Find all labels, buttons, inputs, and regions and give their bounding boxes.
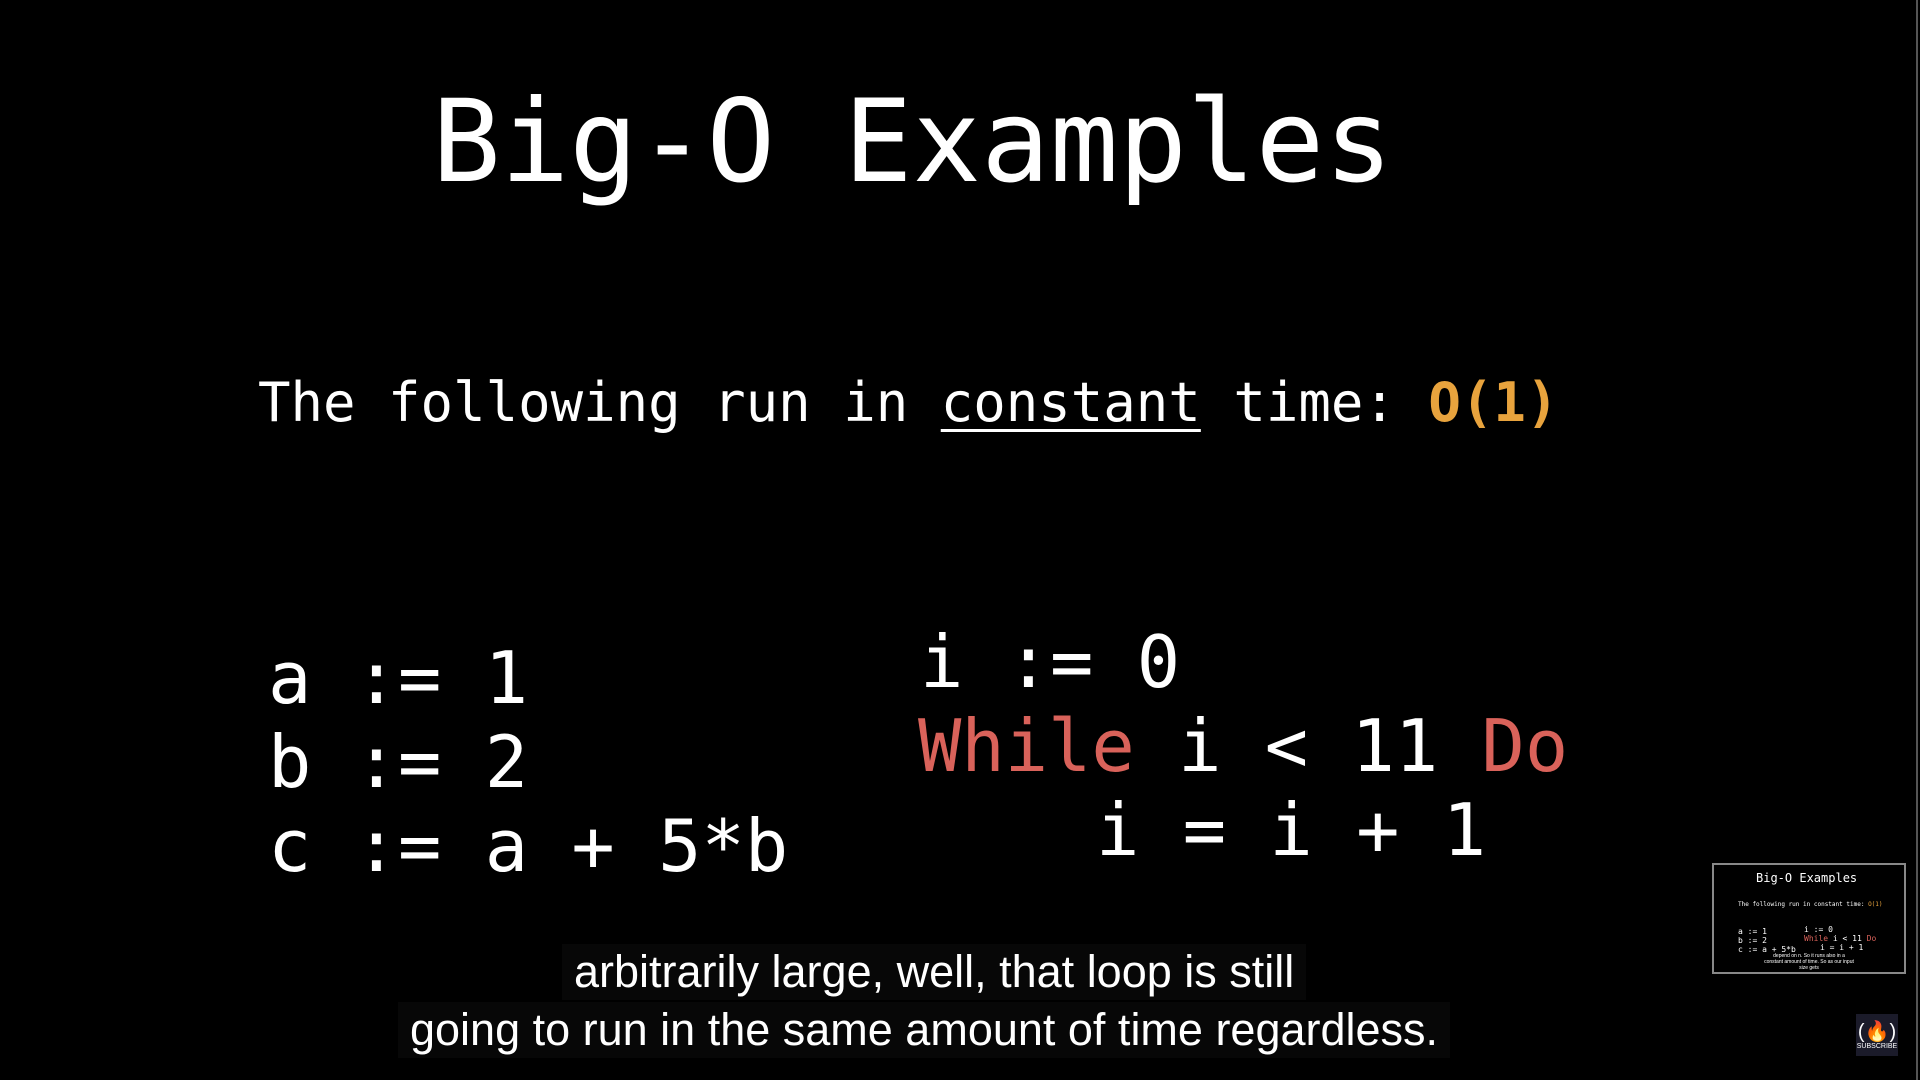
thumbnail-subtitle: The following run in constant time: O(1) bbox=[1738, 901, 1883, 908]
do-keyword: Do bbox=[1481, 704, 1569, 788]
loop-init-line: i := 0 bbox=[920, 620, 1181, 704]
slide-title: Big-O Examples bbox=[432, 75, 1393, 208]
left-code-block: a := 1b := 2c := a + 5*b bbox=[268, 636, 788, 888]
loop-condition: i < 11 bbox=[1134, 704, 1482, 788]
code-line: a := 1 bbox=[268, 636, 529, 720]
code-line: b := 2 bbox=[268, 720, 529, 804]
freecodecamp-flame-icon: (🔥) bbox=[1857, 1020, 1897, 1043]
subtitle-emphasis: constant bbox=[940, 371, 1201, 434]
caption-line-1: arbitrarily large, well, that loop is st… bbox=[562, 944, 1307, 1000]
loop-body-line: i = i + 1 bbox=[1096, 788, 1487, 872]
while-keyword: While bbox=[918, 704, 1135, 788]
subtitle-middle: time: bbox=[1200, 371, 1429, 434]
complexity-label: O(1) bbox=[1428, 371, 1559, 434]
right-edge-divider bbox=[1916, 0, 1918, 1080]
thumbnail-right-code: i := 0 While i < 11 Do i = i + 1 bbox=[1804, 925, 1877, 952]
thumbnail-title: Big-O Examples bbox=[1756, 871, 1858, 885]
loop-while-line: While i < 11 Do bbox=[918, 704, 1568, 788]
caption-line-2: going to run in the same amount of time … bbox=[398, 1002, 1451, 1058]
subscribe-label: SUBSCRIBE bbox=[1856, 1042, 1898, 1050]
thumbnail-left-code: a := 1b := 2c := a + 5*b bbox=[1738, 927, 1796, 954]
thumbnail-caption: depend on n. So it runs also in a consta… bbox=[1764, 953, 1854, 971]
subtitle-prefix: The following run in bbox=[258, 371, 941, 434]
slide-subtitle: The following run in constant time: O(1) bbox=[258, 368, 1558, 438]
subscribe-button[interactable]: (🔥) SUBSCRIBE bbox=[1856, 1014, 1898, 1056]
code-line: c := a + 5*b bbox=[268, 804, 789, 888]
video-preview-thumbnail[interactable]: Big-O Examples The following run in cons… bbox=[1712, 863, 1906, 974]
